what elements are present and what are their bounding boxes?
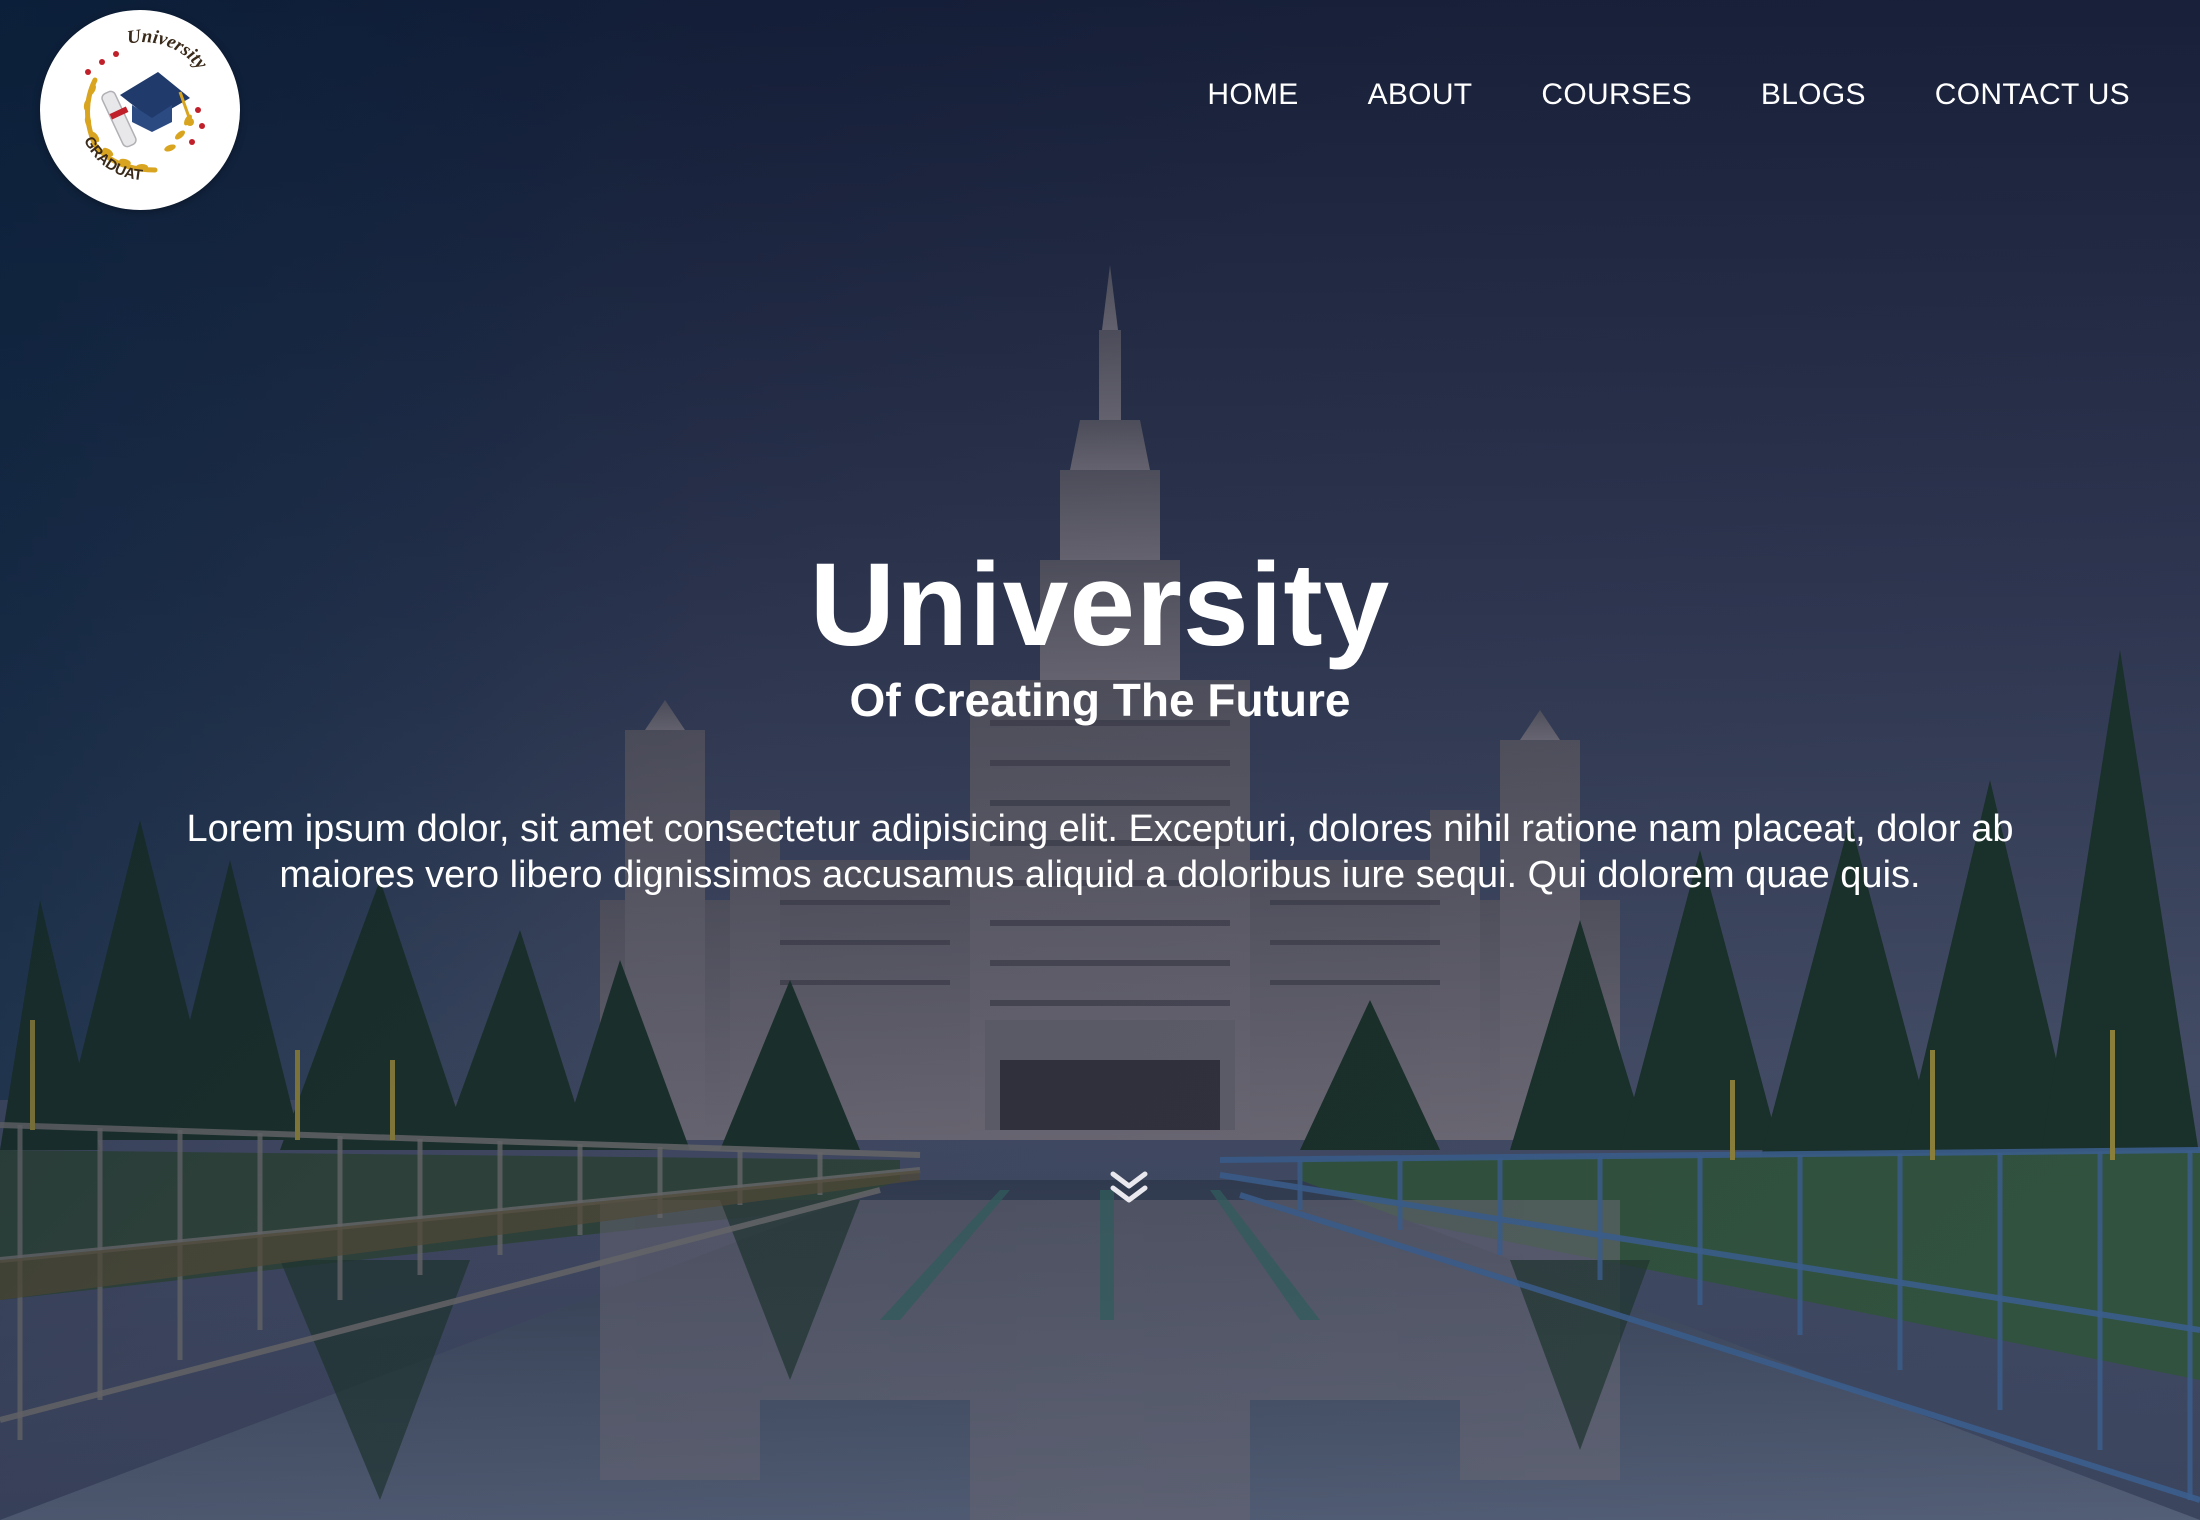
logo-top-text: University — [126, 26, 212, 74]
nav-about[interactable]: ABOUT — [1368, 78, 1473, 112]
nav-courses[interactable]: COURSES — [1541, 78, 1691, 112]
hero-title: University — [809, 539, 1391, 671]
double-chevron-down-icon — [1110, 1171, 1148, 1203]
nav-home[interactable]: HOME — [1207, 78, 1298, 112]
hero-description: Lorem ipsum dolor, sit amet consectetur … — [186, 808, 2014, 896]
nav-contact-us[interactable]: CONTACT US — [1935, 78, 2130, 112]
nav-blogs[interactable]: BLOGS — [1761, 78, 1866, 112]
university-logo[interactable]: University GRADUATE — [40, 10, 240, 210]
scroll-down-button[interactable] — [1105, 1168, 1153, 1208]
hero-subtitle: Of Creating The Future — [849, 674, 1351, 726]
graduation-cap-icon: University GRADUATE — [40, 10, 212, 184]
hero-dark-overlay — [0, 0, 2200, 1520]
svg-text:University: University — [126, 26, 212, 74]
main-nav: HOME ABOUT COURSES BLOGS CONTACT US — [1207, 78, 2130, 112]
hero-section: University GRADUATE HOME ABOUT COURSES B… — [0, 0, 2200, 1520]
